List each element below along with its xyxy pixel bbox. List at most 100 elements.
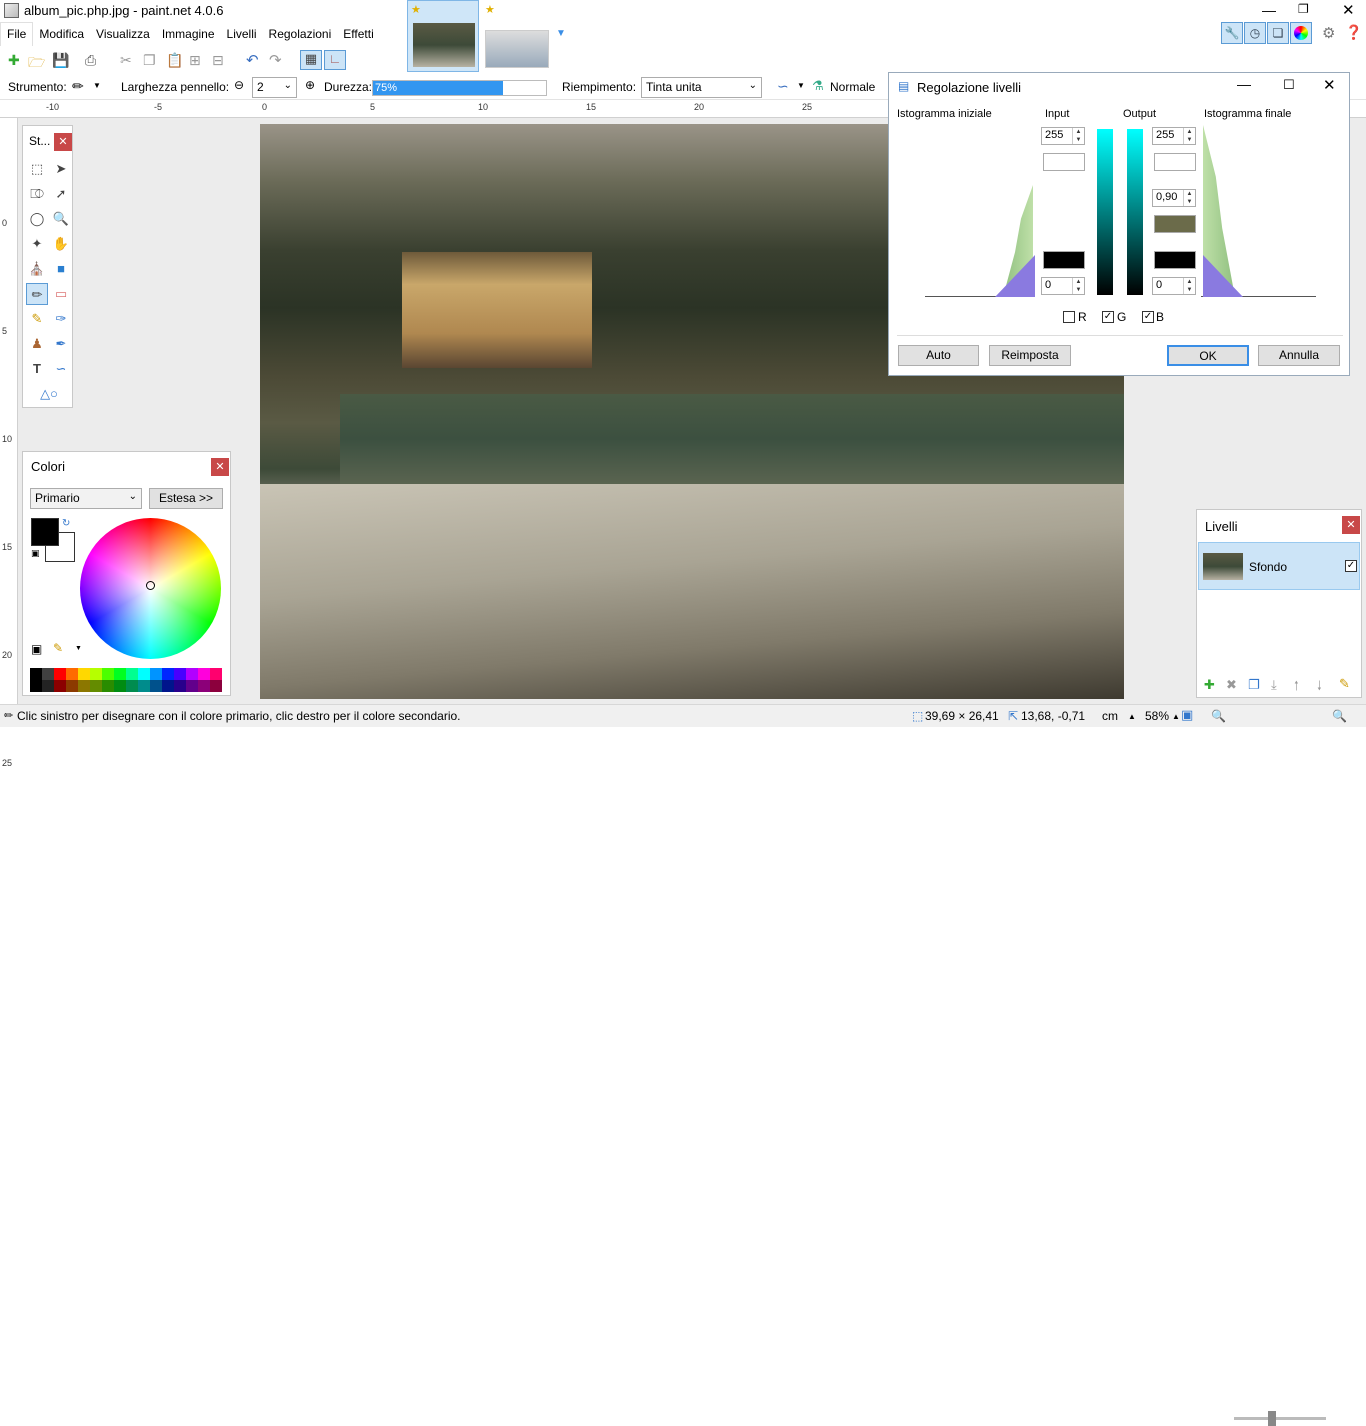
image-tab-active[interactable]: ★ — [407, 0, 479, 72]
palette-swatch-dark[interactable] — [150, 680, 162, 692]
tool-dropdown-icon[interactable]: ▼ — [93, 81, 101, 90]
close-icon[interactable]: ✕ — [54, 133, 72, 151]
fit-window-icon[interactable]: ▣ — [1181, 707, 1193, 723]
palette-swatch-dark[interactable] — [30, 680, 42, 692]
rectangle-select-icon[interactable]: ⬚ — [26, 158, 48, 180]
auto-button[interactable]: Auto — [898, 345, 979, 366]
color-mode-select[interactable]: Primario ⌄ — [30, 488, 142, 509]
help-icon[interactable]: ❓ — [1345, 24, 1362, 41]
recolor-icon[interactable]: ✒ — [50, 333, 72, 355]
layer-properties-icon[interactable]: ✎ — [1339, 676, 1350, 692]
palette-dropdown-icon[interactable]: ▼ — [75, 645, 82, 652]
spin-arrows-icon[interactable]: ▲ ▼ — [1183, 190, 1195, 206]
brush-tool-icon[interactable]: ✏ — [72, 78, 84, 95]
close-button[interactable]: ✕ — [1342, 1, 1355, 19]
color-picker-icon[interactable]: ✑ — [50, 308, 72, 330]
menu-immagine[interactable]: Immagine — [156, 23, 221, 47]
menu-file[interactable]: File — [0, 22, 34, 46]
palette-swatch[interactable] — [114, 668, 126, 680]
open-folder-icon[interactable]: 🗁 — [28, 52, 45, 70]
close-icon[interactable]: ✕ — [211, 458, 229, 476]
save-icon[interactable]: 💾 — [52, 52, 69, 68]
tools-toggle-icon[interactable]: 🔧 — [1221, 22, 1243, 44]
swap-colors-icon[interactable]: ↻ — [62, 518, 70, 529]
palette-swatch-dark[interactable] — [66, 680, 78, 692]
palette-swatch-dark[interactable] — [186, 680, 198, 692]
palette-swatch[interactable] — [138, 668, 150, 680]
zoom-icon[interactable]: 🔍 — [50, 208, 72, 230]
menu-visualizza[interactable]: Visualizza — [90, 23, 156, 47]
copy-icon[interactable]: ❐ — [143, 52, 159, 68]
hardness-slider[interactable]: 75% — [372, 80, 547, 96]
zoom-out-icon[interactable]: 🔍 — [1211, 709, 1226, 723]
grid-icon[interactable]: ▦ — [300, 50, 322, 70]
pan-hand-icon[interactable]: ✋ — [50, 233, 72, 255]
eraser-icon[interactable]: ▭ — [50, 283, 72, 305]
ok-button[interactable]: OK — [1167, 345, 1249, 366]
deselect-icon[interactable]: ⊟ — [212, 52, 228, 68]
move-selected-icon[interactable]: ➚ — [50, 183, 72, 205]
antialias-icon[interactable]: ∽ — [777, 78, 789, 95]
delete-layer-icon[interactable]: ✖ — [1226, 677, 1237, 693]
restore-button[interactable]: ❐ — [1298, 2, 1309, 16]
palette-swatch-dark[interactable] — [90, 680, 102, 692]
spin-arrows-icon[interactable]: ▲ ▼ — [1183, 278, 1195, 294]
input-high-field[interactable]: 255 ▲ ▼ — [1041, 127, 1085, 145]
spin-arrows-icon[interactable]: ▲ ▼ — [1183, 128, 1195, 144]
layers-toggle-icon[interactable]: ❏ — [1267, 22, 1289, 44]
output-low-field[interactable]: 0 ▲ ▼ — [1152, 277, 1196, 295]
input-gradient-bar[interactable] — [1097, 129, 1113, 295]
pencil-icon[interactable]: ✎ — [26, 308, 48, 330]
palette-swatch-dark[interactable] — [126, 680, 138, 692]
blend-mode-icon[interactable]: ⚗ — [812, 78, 824, 94]
palette-swatch[interactable] — [30, 668, 42, 680]
minimize-button[interactable]: — — [1262, 2, 1276, 18]
menu-effetti[interactable]: Effetti — [337, 23, 379, 47]
palette-swatch-dark[interactable] — [54, 680, 66, 692]
output-gamma-field[interactable]: 0,90 ▲ ▼ — [1152, 189, 1196, 207]
add-layer-icon[interactable]: ✚ — [1204, 677, 1215, 693]
spin-arrows-icon[interactable]: ▲ ▼ — [1072, 278, 1084, 294]
palette-swatch-dark[interactable] — [198, 680, 210, 692]
palette-menu-icon[interactable]: ▣ — [31, 642, 42, 656]
close-button[interactable]: ✕ — [1323, 76, 1336, 94]
output-gradient-bar[interactable] — [1127, 129, 1143, 295]
primary-color-swatch[interactable] — [31, 518, 59, 546]
zoom-slider[interactable] — [1234, 1417, 1326, 1420]
zoom-dropdown-icon[interactable]: ▲ — [1172, 712, 1180, 721]
palette-swatch[interactable] — [90, 668, 102, 680]
output-high-field[interactable]: 255 ▲ ▼ — [1152, 127, 1196, 145]
text-icon[interactable]: T — [26, 358, 48, 380]
menu-livelli[interactable]: Livelli — [221, 23, 263, 47]
unit-dropdown-icon[interactable]: ▲ — [1128, 712, 1136, 721]
expand-button[interactable]: Estesa >> — [149, 488, 223, 509]
move-up-icon[interactable]: 🠑 — [1294, 677, 1299, 699]
close-icon[interactable]: ✕ — [1342, 516, 1360, 534]
palette-swatch[interactable] — [102, 668, 114, 680]
palette-swatch-dark[interactable] — [102, 680, 114, 692]
palette-swatch-dark[interactable] — [78, 680, 90, 692]
tabs-dropdown-icon[interactable]: ▼ — [556, 28, 566, 39]
palette-swatch[interactable] — [162, 668, 174, 680]
image-tab[interactable]: ★ — [482, 0, 552, 72]
merge-down-icon[interactable]: ⤓ — [1271, 677, 1277, 693]
palette-swatch[interactable] — [150, 668, 162, 680]
palette-swatch-dark[interactable] — [162, 680, 174, 692]
spin-arrows-icon[interactable]: ▲ ▼ — [1072, 128, 1084, 144]
palette-options-icon[interactable]: ✎ — [53, 641, 63, 655]
color-palette[interactable] — [30, 668, 223, 692]
palette-swatch[interactable] — [186, 668, 198, 680]
maximize-button[interactable]: ☐ — [1283, 77, 1295, 93]
shapes-icon[interactable]: △○ — [31, 383, 67, 405]
brush-width-select[interactable]: 2 ⌄ — [252, 77, 297, 98]
paint-bucket-icon[interactable]: ⛪ — [26, 258, 48, 280]
palette-swatch[interactable] — [42, 668, 54, 680]
gradient-icon[interactable]: ■ — [50, 258, 72, 280]
colors-toggle-icon[interactable] — [1290, 22, 1312, 44]
print-icon[interactable]: ⎙ — [85, 52, 101, 68]
menu-regolazioni[interactable]: Regolazioni — [263, 23, 338, 47]
palette-swatch[interactable] — [174, 668, 186, 680]
palette-swatch-dark[interactable] — [174, 680, 186, 692]
zoom-slider-thumb[interactable] — [1268, 1411, 1276, 1426]
layer-visibility-checkbox[interactable]: ✓ — [1345, 560, 1357, 572]
